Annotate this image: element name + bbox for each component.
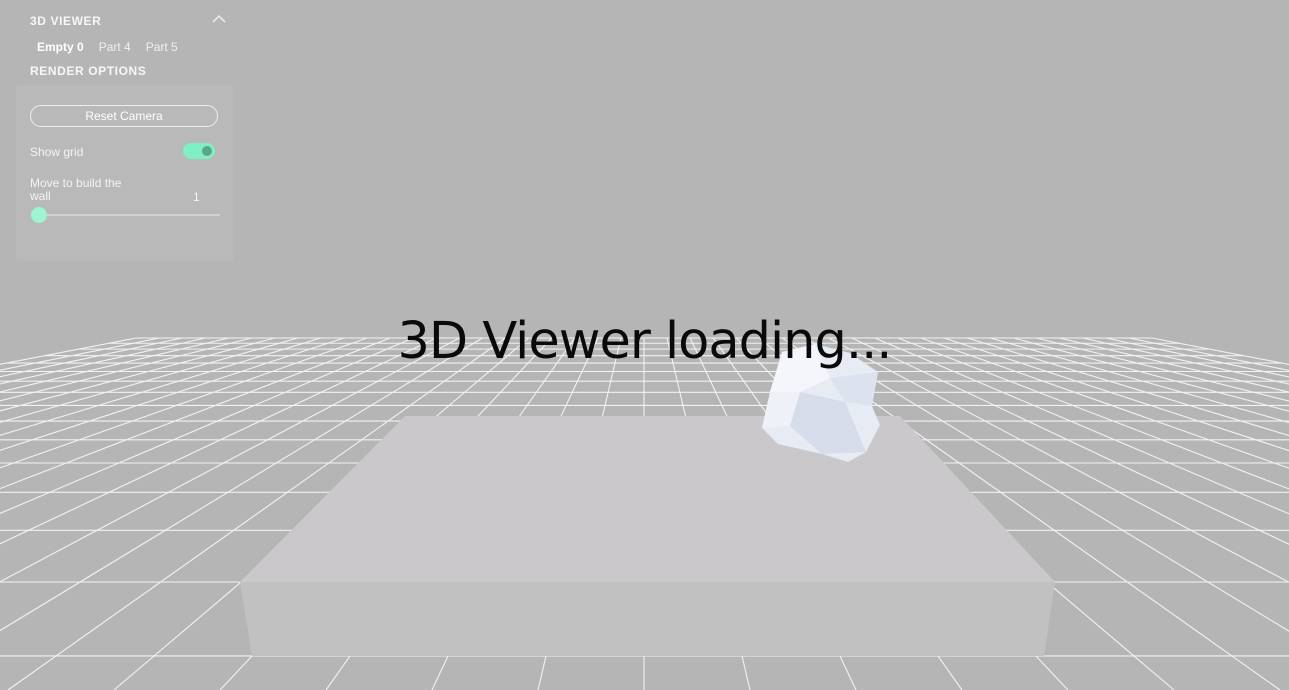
toggle-knob [202,146,212,156]
panel-header: 3D VIEWER [16,8,234,34]
wall-slider-track[interactable] [38,214,220,216]
part-tabs: Empty 0 Part 4 Part 5 [16,34,234,60]
slab-front [240,582,1055,656]
render-options-title: RENDER OPTIONS [30,64,147,78]
wall-slider-label: Move to build the wall [30,176,122,203]
tab-part-5[interactable]: Part 5 [146,40,178,54]
slab-top [240,416,1055,582]
panel-title: 3D VIEWER [30,14,102,28]
loading-message: 3D Viewer loading... [397,312,892,371]
reset-camera-button[interactable]: Reset Camera [30,105,218,127]
tab-empty-0[interactable]: Empty 0 [37,40,84,54]
chevron-up-icon[interactable] [211,13,227,25]
tab-part-4[interactable]: Part 4 [99,40,131,54]
viewer-panel: 3D VIEWER Empty 0 Part 4 Part 5 RENDER O… [16,8,234,261]
wall-slider-thumb[interactable] [31,207,47,223]
render-options-box: Reset Camera Show grid Move to build the… [16,85,234,261]
show-grid-toggle[interactable] [183,143,215,159]
show-grid-label: Show grid [30,145,84,159]
wall-slider-value: 1 [193,190,200,204]
